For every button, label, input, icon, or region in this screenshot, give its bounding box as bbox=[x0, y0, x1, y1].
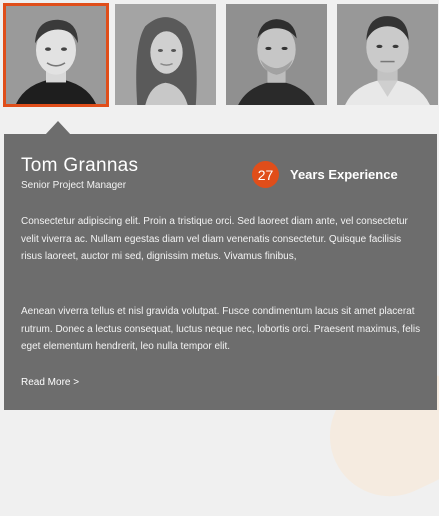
team-member-thumb-1[interactable] bbox=[3, 3, 109, 107]
portrait-photo bbox=[337, 4, 438, 105]
team-member-thumb-4[interactable] bbox=[337, 4, 438, 105]
panel-pointer-arrow bbox=[45, 121, 71, 135]
profile-panel: Tom Grannas Senior Project Manager 27 Ye… bbox=[4, 134, 437, 410]
bio-paragraph-2: Aenean viverra tellus et nisl gravida vo… bbox=[21, 306, 421, 352]
read-more-link[interactable]: Read More > bbox=[21, 377, 79, 388]
experience-indicator: 27 Years Experience bbox=[252, 161, 398, 188]
team-member-thumb-3[interactable] bbox=[226, 4, 327, 105]
portrait-photo bbox=[226, 4, 327, 105]
years-badge: 27 bbox=[252, 161, 279, 188]
member-name: Tom Grannas bbox=[21, 155, 139, 176]
bio-paragraph-1: Consectetur adipiscing elit. Proin a tri… bbox=[21, 216, 408, 262]
member-role: Senior Project Manager bbox=[21, 180, 127, 191]
team-member-thumbnails bbox=[3, 3, 439, 107]
portrait-photo bbox=[6, 6, 106, 104]
years-label: Years Experience bbox=[290, 167, 398, 182]
portrait-photo bbox=[115, 4, 216, 105]
team-member-thumb-2[interactable] bbox=[115, 4, 216, 105]
